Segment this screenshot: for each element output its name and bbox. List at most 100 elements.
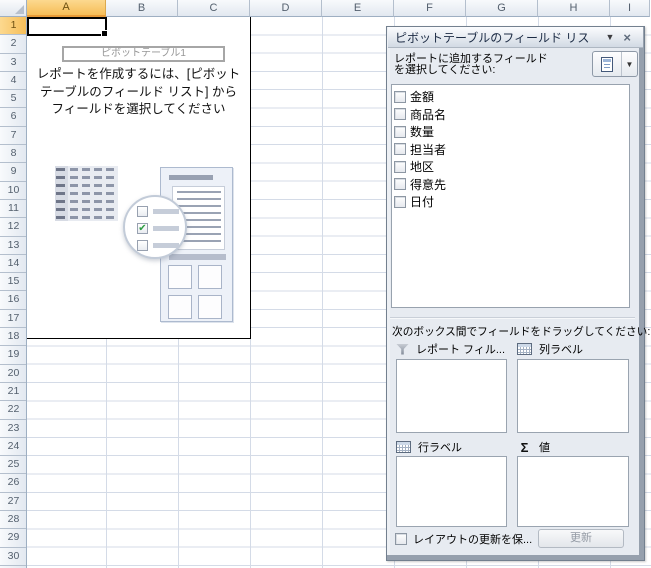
pane-menu-dropdown-icon[interactable]: ▼ xyxy=(605,32,614,42)
field-checkbox[interactable] xyxy=(394,143,406,155)
choose-fields-label: レポートに追加するフィールドを選択してください: xyxy=(394,54,554,75)
row-header-1[interactable]: 1 xyxy=(0,17,27,35)
field-label: 数量 xyxy=(410,123,434,140)
checked-checkbox-icon: ✔ xyxy=(137,223,148,234)
field-checkbox[interactable] xyxy=(394,91,406,103)
row-header-5[interactable]: 5 xyxy=(0,90,27,108)
field-checkbox[interactable] xyxy=(394,178,406,190)
section-divider xyxy=(390,317,635,319)
row-header-15[interactable]: 15 xyxy=(0,273,27,291)
field-item-1[interactable]: 商品名 xyxy=(394,106,627,124)
column-header-i[interactable]: I xyxy=(610,0,650,17)
pane-close-icon[interactable]: × xyxy=(623,31,631,44)
row-header-14[interactable]: 14 xyxy=(0,255,27,273)
pivot-placeholder: ピボットテーブル1 レポートを作成するには、[ピボットテーブルのフィールド リス… xyxy=(27,17,251,339)
row-header-28[interactable]: 28 xyxy=(0,511,27,529)
field-label: 商品名 xyxy=(410,106,446,123)
update-button[interactable]: 更新 xyxy=(538,529,624,548)
field-item-2[interactable]: 数量 xyxy=(394,123,627,141)
text-bar xyxy=(153,243,179,248)
pane-title-bar[interactable]: ピボットテーブルのフィールド リス ▼ × xyxy=(388,27,643,48)
column-header-b[interactable]: B xyxy=(106,0,178,17)
row-header-21[interactable]: 21 xyxy=(0,383,27,401)
row-header-24[interactable]: 24 xyxy=(0,438,27,456)
column-header-c[interactable]: C xyxy=(178,0,250,17)
area-label: レポート フィル... xyxy=(416,341,505,357)
graphic-divider-bar xyxy=(169,254,226,260)
row-header-20[interactable]: 20 xyxy=(0,365,27,383)
pane-title: ピボットテーブルのフィールド リス xyxy=(395,29,596,46)
field-checkbox[interactable] xyxy=(394,161,406,173)
area-label: 値 xyxy=(539,439,550,455)
field-item-3[interactable]: 担当者 xyxy=(394,141,627,159)
report-filter-drop-zone[interactable] xyxy=(396,359,507,433)
drag-areas-label: 次のボックス間でフィールドをドラッグしてください: xyxy=(392,324,650,339)
row-header-22[interactable]: 22 xyxy=(0,401,27,419)
field-checkbox[interactable] xyxy=(394,126,406,138)
field-item-5[interactable]: 得意先 xyxy=(394,176,627,194)
row-header-9[interactable]: 9 xyxy=(0,163,27,181)
field-item-6[interactable]: 日付 xyxy=(394,193,627,211)
area-header-report-filter: レポート フィル... xyxy=(396,341,505,357)
funnel-icon xyxy=(396,344,409,355)
row-header-17[interactable]: 17 xyxy=(0,310,27,328)
row-header-30[interactable]: 30 xyxy=(0,548,27,566)
table-icon xyxy=(396,441,411,453)
field-checkbox[interactable] xyxy=(394,196,406,208)
field-label: 得意先 xyxy=(410,176,446,193)
checkbox-icon xyxy=(137,206,148,217)
row-header-25[interactable]: 25 xyxy=(0,456,27,474)
column-header-g[interactable]: G xyxy=(466,0,538,17)
row-header-13[interactable]: 13 xyxy=(0,237,27,255)
text-bar xyxy=(153,209,179,214)
graphic-area-box xyxy=(168,265,192,289)
field-checkbox[interactable] xyxy=(394,108,406,120)
row-header-18[interactable]: 18 xyxy=(0,328,27,346)
table-icon xyxy=(517,343,532,355)
row-header-4[interactable]: 4 xyxy=(0,72,27,90)
graphic-area-box xyxy=(168,295,192,319)
field-item-0[interactable]: 金額 xyxy=(394,88,627,106)
row-labels-drop-zone[interactable] xyxy=(396,456,507,527)
row-header-6[interactable]: 6 xyxy=(0,108,27,126)
column-labels-drop-zone[interactable] xyxy=(517,359,629,433)
row-header-3[interactable]: 3 xyxy=(0,54,27,72)
values-drop-zone[interactable] xyxy=(517,456,629,527)
row-header-23[interactable]: 23 xyxy=(0,420,27,438)
column-header-f[interactable]: F xyxy=(394,0,466,17)
graphic-title-bar xyxy=(169,175,213,180)
graphic-area-box xyxy=(198,265,222,289)
column-headers: ABCDEFGHI xyxy=(27,0,650,17)
defer-layout-checkbox[interactable] xyxy=(395,533,407,545)
source-table-graphic xyxy=(55,166,118,221)
row-header-10[interactable]: 10 xyxy=(0,182,27,200)
field-label: 担当者 xyxy=(410,141,446,158)
row-header-16[interactable]: 16 xyxy=(0,291,27,309)
column-header-a[interactable]: A xyxy=(27,0,106,17)
row-header-26[interactable]: 26 xyxy=(0,474,27,492)
field-label: 金額 xyxy=(410,88,434,105)
row-header-27[interactable]: 27 xyxy=(0,493,27,511)
active-cell-a1[interactable] xyxy=(27,17,107,36)
pivot-instruction: レポートを作成するには、[ピボットテーブルのフィールド リスト] からフィールド… xyxy=(34,66,243,119)
field-label: 地区 xyxy=(410,158,434,175)
row-header-12[interactable]: 12 xyxy=(0,218,27,236)
checkbox-icon xyxy=(137,240,148,251)
column-header-e[interactable]: E xyxy=(322,0,394,17)
fill-handle[interactable] xyxy=(101,30,108,37)
row-header-7[interactable]: 7 xyxy=(0,127,27,145)
pivottable-field-list-pane: ピボットテーブルのフィールド リス ▼ × レポートに追加するフィールドを選択し… xyxy=(386,26,645,561)
row-header-19[interactable]: 19 xyxy=(0,346,27,364)
row-header-2[interactable]: 2 xyxy=(0,35,27,53)
row-header-11[interactable]: 11 xyxy=(0,200,27,218)
select-all-corner[interactable] xyxy=(0,0,27,17)
row-header-8[interactable]: 8 xyxy=(0,145,27,163)
defer-layout-label: レイアウトの更新を保... xyxy=(413,531,532,547)
column-header-d[interactable]: D xyxy=(250,0,322,17)
field-item-4[interactable]: 地区 xyxy=(394,158,627,176)
layout-dropdown-icon[interactable]: ▼ xyxy=(621,52,637,76)
column-header-h[interactable]: H xyxy=(538,0,610,17)
row-header-29[interactable]: 29 xyxy=(0,529,27,547)
stacked-layout-icon xyxy=(601,57,613,72)
pane-layout-button[interactable]: ▼ xyxy=(592,51,638,77)
